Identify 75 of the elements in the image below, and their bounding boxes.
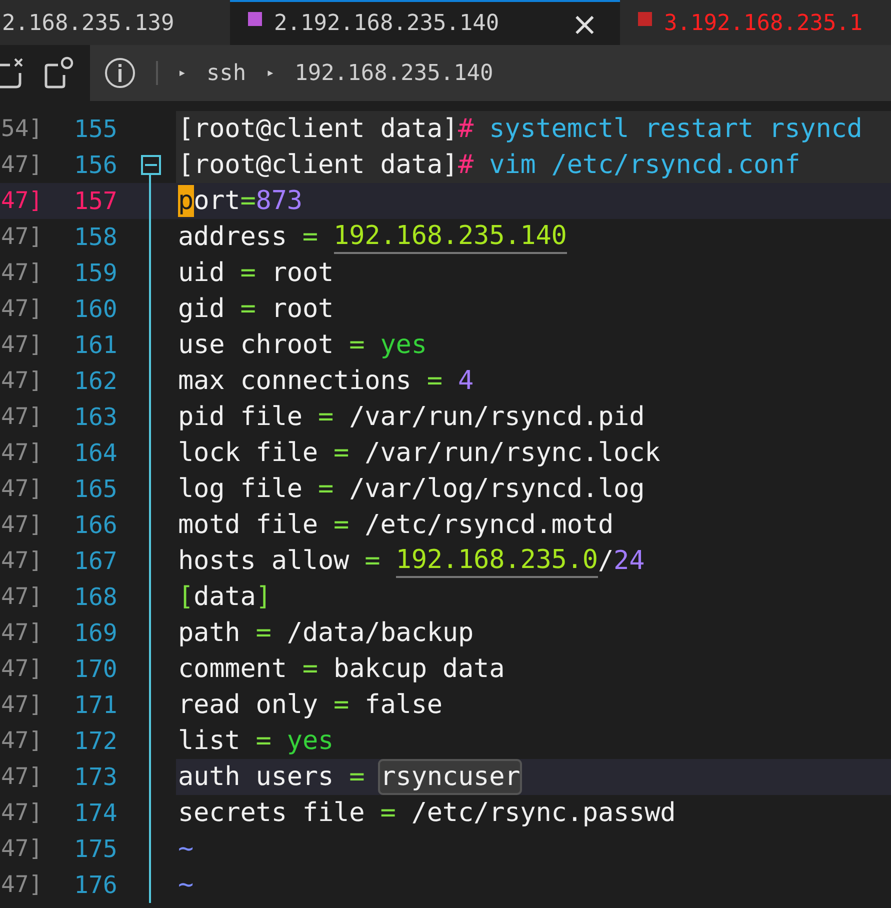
code-line: use chroot = yes: [177, 329, 428, 362]
timestamp: 47]: [0, 440, 44, 466]
timestamp: 47]: [0, 764, 44, 790]
timestamp: 47]: [0, 656, 44, 682]
code-line: log file = /var/log/rsyncd.log: [177, 473, 646, 506]
code-line: path = /data/backup: [177, 617, 475, 650]
timestamp: 47]: [0, 476, 44, 502]
line-number: 164: [73, 439, 118, 467]
timestamp: 47]: [0, 836, 44, 862]
timestamp: 47]: [0, 224, 44, 250]
timestamp: 47]: [0, 260, 44, 286]
line-number: 165: [73, 475, 118, 503]
timestamp: 47]: [0, 368, 44, 394]
code-line: list = yes: [177, 725, 335, 758]
timestamp: 54]: [0, 116, 44, 142]
breadcrumb-item[interactable]: 192.168.235.140: [294, 60, 494, 86]
breadcrumb-separator: ▸: [178, 65, 186, 81]
timestamp: 47]: [0, 692, 44, 718]
breadcrumb-separator: ▸: [266, 65, 275, 81]
tab[interactable]: 2.192.168.235.140 ×: [230, 0, 620, 45]
info-icon[interactable]: [104, 57, 136, 89]
line-number: 176: [73, 871, 118, 899]
line-number: 158: [73, 223, 118, 251]
breadcrumb-item[interactable]: ssh: [206, 60, 246, 86]
close-button[interactable]: ×: [567, 8, 602, 40]
line-number: 174: [73, 799, 118, 827]
code-line: pid file = /var/run/rsyncd.pid: [177, 401, 646, 434]
tab-label: 3.192.168.235.1: [664, 11, 863, 36]
code-line: uid = root: [177, 257, 335, 290]
line-number: 162: [73, 367, 118, 395]
new-window-icon[interactable]: [44, 55, 74, 91]
code-line: motd file = /etc/rsyncd.motd: [177, 509, 615, 542]
line-number: 175: [73, 835, 118, 863]
tab-label: 2.168.235.139: [2, 11, 176, 36]
line-number: 161: [73, 331, 118, 359]
line-number: 157: [73, 187, 118, 215]
code-line: ~: [177, 869, 195, 902]
timestamp: 47]: [0, 188, 44, 214]
timestamp: 47]: [0, 332, 44, 358]
line-number: 160: [73, 295, 118, 323]
timestamp: 47]: [0, 800, 44, 826]
line-number: 159: [73, 259, 118, 287]
code-line: comment = bakcup data: [177, 653, 506, 686]
timestamp: 47]: [0, 548, 44, 574]
code-line: address = 192.168.235.140: [177, 219, 568, 255]
line-number: 169: [73, 619, 118, 647]
code-line: [data]: [177, 581, 272, 614]
collapse-icon[interactable]: [141, 155, 161, 175]
timestamp: 47]: [0, 620, 44, 646]
tab-label: 2.192.168.235.140: [274, 11, 500, 36]
timestamp: 47]: [0, 404, 44, 430]
code-line: port=873: [177, 184, 304, 219]
line-number: 170: [73, 655, 118, 683]
timestamp: 47]: [0, 296, 44, 322]
code-line: lock file = /var/run/rsync.lock: [177, 437, 662, 470]
line-number: 155: [73, 115, 118, 143]
timestamp: 47]: [0, 584, 44, 610]
code-line: secrets file = /etc/rsync.passwd: [177, 797, 677, 830]
code-line: ~: [177, 833, 195, 866]
code-line: hosts allow = 192.168.235.0/24: [177, 543, 646, 579]
line-number: 173: [73, 763, 118, 791]
timestamp: 47]: [0, 512, 44, 538]
line-number: 171: [73, 691, 118, 719]
line-number: 168: [73, 583, 118, 611]
timestamp: 47]: [0, 728, 44, 754]
line-number: 166: [73, 511, 118, 539]
timestamp: 47]: [0, 152, 44, 178]
line-number: 156: [73, 151, 118, 179]
code-line: max connections = 4: [177, 365, 475, 398]
line-number: 172: [73, 727, 118, 755]
line-number: 167: [73, 547, 118, 575]
line-number: 163: [73, 403, 118, 431]
code-line: gid = root: [177, 293, 335, 326]
timestamp: 47]: [0, 872, 44, 898]
code-line: read only = false: [177, 689, 444, 722]
